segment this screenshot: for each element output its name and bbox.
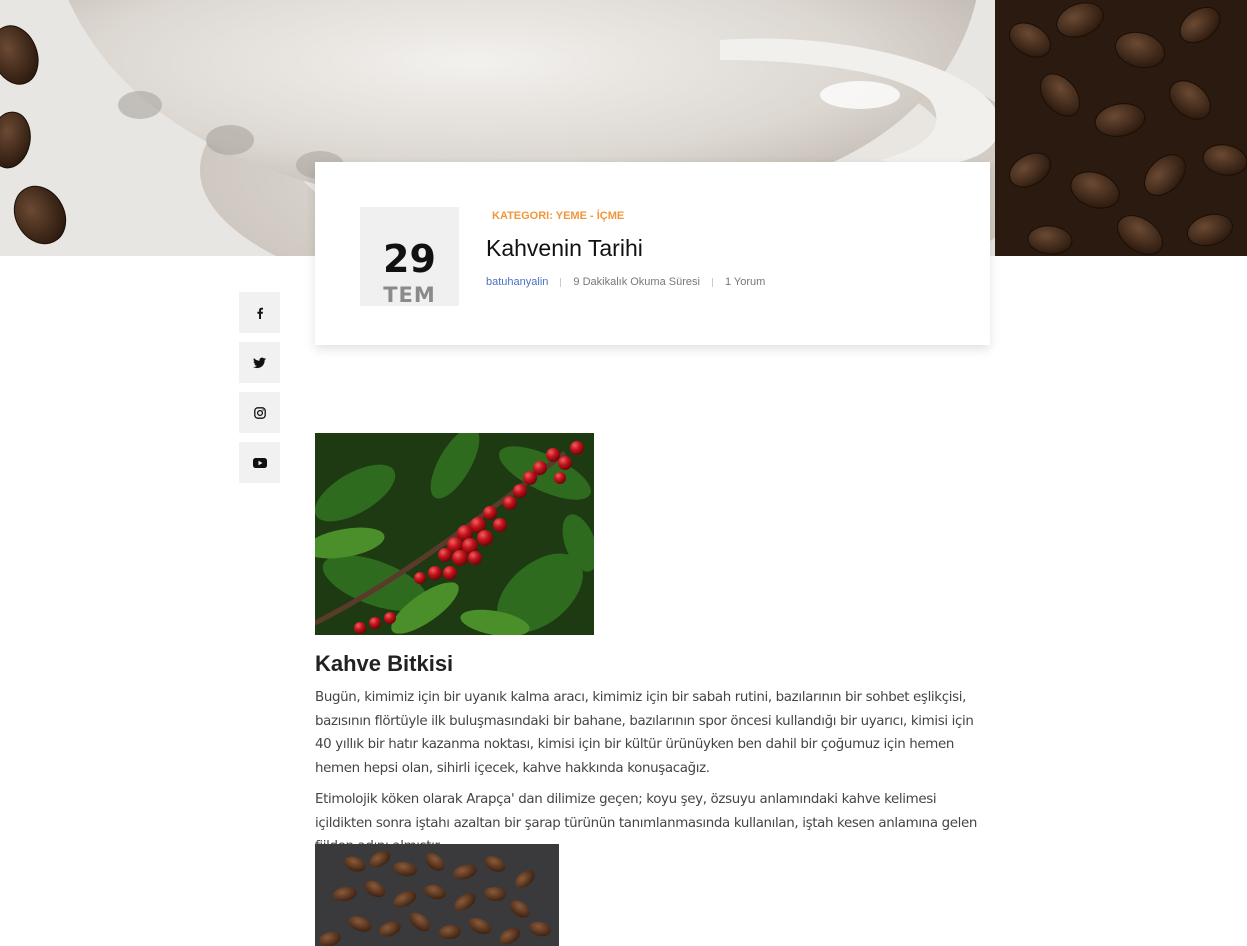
section-heading: Kahve Bitkisi	[315, 651, 454, 676]
read-time: 9 Dakikalık Okuma Süresi	[573, 276, 700, 288]
meta-divider	[711, 277, 713, 287]
post-meta: batuhanyalin 9 Dakikalık Okuma Süresi 1 …	[486, 276, 765, 288]
date-badge: 29 TEM	[360, 207, 459, 306]
coffee-berries-picture	[315, 433, 594, 635]
post-title: Kahvenin Tarihi	[486, 235, 643, 261]
category-label: KATEGORI: YEME - İÇME	[492, 210, 624, 222]
date-month: TEM	[383, 283, 436, 307]
youtube-icon	[252, 457, 267, 468]
coffee-plant-image	[315, 433, 594, 635]
author-link[interactable]: batuhanyalin	[486, 276, 548, 288]
post-header-card: 29 TEM KATEGORI: YEME - İÇME Kahvenin Ta…	[315, 162, 990, 345]
meta-divider	[560, 277, 562, 287]
twitter-button[interactable]	[239, 342, 280, 383]
date-day: 29	[383, 237, 436, 281]
instagram-icon	[253, 406, 266, 419]
coffee-beans-image	[315, 844, 559, 946]
article-paragraph: Bugün, kimimiz için bir uyanık kalma ara…	[315, 690, 974, 776]
comment-count[interactable]: 1 Yorum	[725, 276, 765, 288]
facebook-icon	[256, 307, 263, 319]
social-share-bar	[239, 292, 280, 492]
twitter-icon	[253, 357, 266, 368]
category-link[interactable]: KATEGORI: YEME - İÇME	[492, 210, 624, 222]
facebook-button[interactable]	[239, 292, 280, 333]
coffee-beans-picture	[315, 844, 559, 946]
youtube-button[interactable]	[239, 442, 280, 483]
instagram-button[interactable]	[239, 392, 280, 433]
